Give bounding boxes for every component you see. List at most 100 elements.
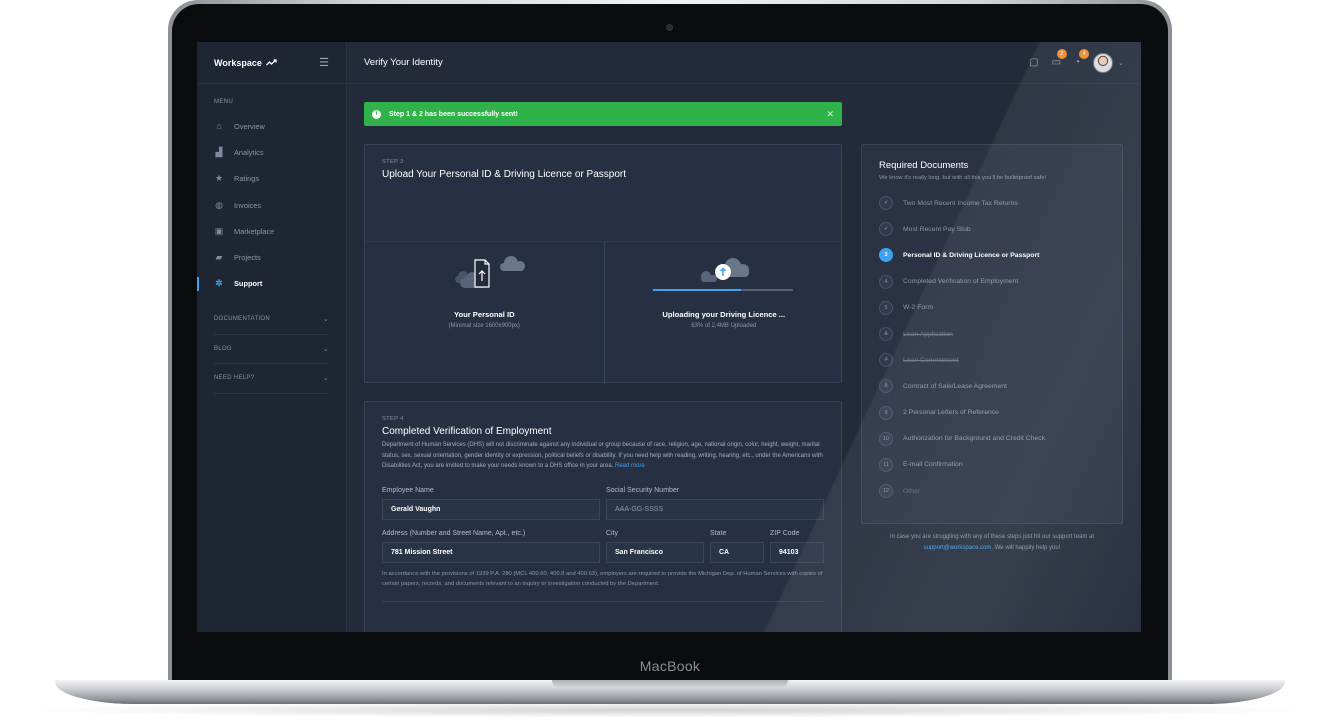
globe-icon: ◍ [215,199,223,210]
ssn-field[interactable]: AAA-GG-SSSS [606,498,824,520]
sidebar: Workspace ☰ MENU ⌂ Overview ▟ Analytics ★ R… [197,42,347,632]
document-label: 2 Personal Letters of Reference [903,409,999,417]
document-item[interactable]: ✓ Two Most Recent Income Tax Returns [879,190,1105,216]
avatar[interactable] [1093,52,1114,73]
city-field[interactable]: San Francisco [606,541,704,563]
zip-field[interactable]: 94103 [770,541,824,563]
address-group: Address (Number and Street Name, Apt., e… [382,530,600,563]
document-item[interactable]: 12 Other [879,478,1105,504]
step4-card: STEP 4 Completed Verification of Employm… [364,401,842,632]
camera-icon [666,24,673,31]
document-label: Loan Commitment [903,356,959,364]
sidebar-item-label: Ratings [234,174,260,184]
sidebar-section-documentation[interactable]: DOCUMENTATION ⌄ [214,305,329,335]
help-text-before: In case you are struggling with any of t… [889,534,1095,540]
upload-driving-licence[interactable]: Uploading your Driving Licence ... 63% o… [605,242,844,384]
help-text-after: . We will happily help you! [991,545,1061,551]
document-item[interactable]: 6 Loan Application [879,321,1105,347]
top-icons: ▢ ▭ 2 ◔ 4 ⌄ [1029,49,1124,73]
app-logo[interactable]: Workspace [214,58,277,68]
form-row: Employee Name Gerald Vaughn Social Secur… [382,487,824,520]
upload-personal-id[interactable]: Your Personal ID (Minimal size 1600x900p… [365,242,605,384]
info-icon: i [372,109,381,119]
step-number: 6 [879,327,893,342]
sidebar-item-analytics[interactable]: ▟ Analytics [197,139,346,165]
check-icon: ✓ [879,196,893,211]
form-row: Address (Number and Street Name, Apt., e… [382,530,824,563]
sidebar-item-invoices[interactable]: ◍ Invoices [197,192,346,218]
state-field[interactable]: CA [710,541,764,563]
sidebar-item-label: Support [234,279,263,289]
document-item[interactable]: 3 Personal ID & Driving Licence or Passpo… [879,242,1105,268]
sidebar-item-marketplace[interactable]: ▣ Marketplace [197,218,346,244]
step-number: 9 [879,405,893,420]
briefcase-icon[interactable]: ▢ [1029,57,1038,68]
ssn-group: Social Security Number AAA-GG-SSSS [606,487,824,520]
address-field[interactable]: 781 Mission Street [382,541,600,563]
document-label: Completed Verification of Employment [903,278,1019,286]
laptop-shadow [20,702,1320,718]
sidebar-item-overview[interactable]: ⌂ Overview [197,113,346,139]
top-bar: Verify Your Identity ▢ ▭ 2 ◔ 4 ⌄ [347,42,1141,84]
step-number: 12 [879,484,893,499]
upload-progress-fill [652,289,741,291]
field-label: Address (Number and Street Name, Apt., e… [382,529,526,537]
document-item[interactable]: ✓ Most Recent Pay Stub [879,216,1105,242]
document-item[interactable]: 9 2 Personal Letters of Reference [879,400,1105,426]
panel-subtitle: We know it's really long, but with all t… [879,175,1047,181]
panel-title: Required Documents [879,160,969,171]
step-label: STEP 3 [382,159,404,165]
section-label: BLOG [214,345,232,352]
check-icon: ✓ [879,222,893,237]
bell-icon[interactable]: ◔ 4 [1074,49,1090,68]
document-item[interactable]: 5 W-2 Form [879,295,1105,321]
document-item[interactable]: 4 Completed Verification of Employment [879,269,1105,295]
close-icon[interactable]: ✕ [826,109,834,120]
field-label: State [710,529,727,537]
hamburger-menu-icon[interactable]: ☰ [319,56,329,69]
upload-title: Your Personal ID [453,310,515,319]
description: Department of Human Services (DHS) will … [382,440,824,472]
document-label: Contract of Sale/Lease Agreement [903,382,1007,390]
sidebar-section-blog[interactable]: BLOG ⌄ [214,335,329,365]
step-number: 11 [879,457,893,472]
alert-text: Step 1 & 2 has been successfully sent! [389,110,518,118]
card-title: Completed Verification of Employment [382,426,552,437]
document-list: ✓ Two Most Recent Income Tax Returns ✓ Most… [879,190,1105,504]
success-alert: i Step 1 & 2 has been successfully sent!… [364,102,842,126]
notification-badge: 4 [1079,49,1090,59]
card-title: Upload Your Personal ID & Driving Licenc… [382,169,627,180]
sidebar-section-need-help[interactable]: NEED HELP? ⌄ [214,364,329,394]
step-number: 7 [879,353,893,368]
cloud-upload-icon [455,256,525,288]
lifebuoy-icon: ✲ [215,278,223,289]
trend-icon [265,59,277,66]
chevron-down-icon[interactable]: ⌄ [1118,59,1124,67]
support-email-link[interactable]: support@workspace.com [924,545,992,551]
step3-card: STEP 3 Upload Your Personal ID & Driving… [364,144,844,384]
field-label: Employee Name [382,486,434,494]
divider [382,600,824,602]
step-number: 5 [879,300,893,315]
document-item[interactable]: 7 Loan Commitment [879,347,1105,373]
read-more-link[interactable]: Read more [615,463,645,469]
sidebar-item-projects[interactable]: ▰ Projects [197,244,346,270]
section-label: NEED HELP? [214,375,255,382]
app-logo-text: Workspace [214,57,262,68]
field-label: Social Security Number [606,486,680,494]
upload-subtitle: 63% of 2,4MB Uploaded [691,323,757,329]
document-label: E-mail Confirmation [903,461,963,469]
document-item[interactable]: 10 Authorization for Background and Credi… [879,426,1105,452]
document-item[interactable]: 8 Contract of Sale/Lease Agreement [879,373,1105,399]
home-icon: ⌂ [216,121,222,132]
field-label: ZIP Code [770,529,800,537]
notification-badge: 2 [1056,49,1067,59]
step-number: 3 [879,248,893,263]
employee-name-field[interactable]: Gerald Vaughn [382,498,600,520]
document-item[interactable]: 11 E-mail Confirmation [879,452,1105,478]
app-screen: Workspace ☰ MENU ⌂ Overview ▟ Analytics ★ R… [197,42,1141,632]
macbook-mockup: Workspace ☰ MENU ⌂ Overview ▟ Analytics ★ R… [0,0,1340,720]
sidebar-item-support[interactable]: ✲ Support [197,271,346,297]
inbox-icon[interactable]: ▭ 2 [1052,49,1067,68]
sidebar-item-ratings[interactable]: ★ Ratings [197,166,346,192]
